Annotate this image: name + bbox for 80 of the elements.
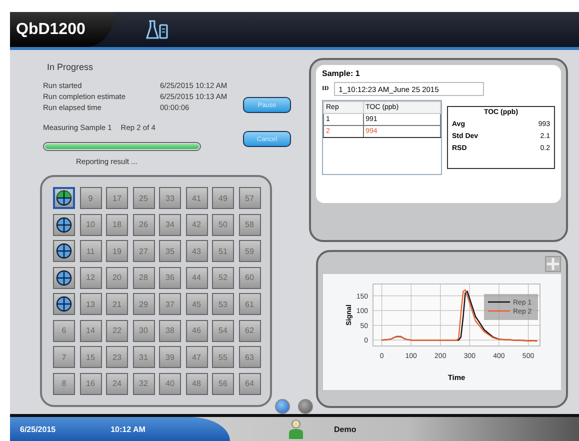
vial-position[interactable]: 22 — [106, 320, 128, 342]
vial-position[interactable] — [53, 293, 75, 315]
vial-position[interactable]: 41 — [186, 187, 208, 209]
flask-icon[interactable] — [145, 18, 170, 40]
vial-position[interactable]: 25 — [132, 187, 154, 209]
vial-position[interactable]: 60 — [238, 266, 260, 288]
vial-position[interactable]: 39 — [159, 346, 181, 368]
vial-position[interactable]: 43 — [186, 240, 208, 262]
vial-position[interactable]: 24 — [106, 372, 128, 394]
vial-position[interactable]: 26 — [132, 214, 154, 236]
vial-position[interactable]: 36 — [159, 266, 181, 288]
vial-position[interactable]: 37 — [159, 293, 181, 315]
vial-position[interactable]: 53 — [212, 293, 234, 315]
crosshair-icon — [56, 296, 72, 312]
vial-position[interactable]: 50 — [212, 214, 234, 236]
vial-position[interactable]: 63 — [238, 346, 260, 368]
crosshair-icon — [56, 243, 72, 259]
vial-position[interactable]: 56 — [212, 372, 234, 394]
vial-position[interactable]: 33 — [159, 187, 181, 209]
vial-position[interactable]: 15 — [80, 346, 102, 368]
vial-position[interactable]: 42 — [186, 214, 208, 236]
vial-position[interactable]: 9 — [80, 187, 102, 209]
vial-position[interactable]: 35 — [159, 240, 181, 262]
crosshair-icon — [56, 270, 72, 286]
page-dot[interactable] — [275, 399, 290, 414]
user-icon — [288, 419, 304, 439]
vial-position[interactable]: 46 — [186, 320, 208, 342]
vial-position[interactable]: 32 — [132, 372, 154, 394]
vial-position[interactable]: 40 — [159, 372, 181, 394]
vial-position[interactable]: 34 — [159, 214, 181, 236]
status-date: 6/25/2015 — [20, 424, 56, 434]
chart-legend — [484, 294, 538, 320]
vial-position[interactable]: 12 — [80, 266, 102, 288]
crosshair-icon — [56, 216, 72, 232]
vial-position[interactable]: 61 — [238, 293, 260, 315]
vial-position[interactable]: 58 — [238, 214, 260, 236]
vial-position[interactable]: 14 — [80, 320, 102, 342]
app-title: QbD1200 — [10, 12, 116, 47]
vial-position[interactable]: 11 — [80, 240, 102, 262]
vial-position[interactable]: 30 — [132, 320, 154, 342]
vial-position[interactable]: 16 — [80, 372, 102, 394]
vial-position[interactable]: 7 — [53, 346, 75, 368]
vial-position[interactable] — [53, 214, 75, 236]
vial-position[interactable]: 31 — [132, 346, 154, 368]
vial-position[interactable] — [53, 187, 75, 209]
vial-position[interactable]: 38 — [159, 320, 181, 342]
vial-position[interactable]: 28 — [132, 266, 154, 288]
user-name: Demo — [334, 424, 356, 434]
vial-position[interactable]: 29 — [132, 293, 154, 315]
vial-position[interactable]: 18 — [106, 214, 128, 236]
page-dot[interactable] — [298, 399, 313, 414]
vial-position[interactable]: 13 — [80, 293, 102, 315]
vial-position[interactable]: 54 — [212, 320, 234, 342]
vial-position[interactable]: 44 — [186, 266, 208, 288]
vial-position[interactable]: 64 — [238, 372, 260, 394]
vial-position[interactable]: 57 — [238, 187, 260, 209]
vial-position[interactable]: 49 — [212, 187, 234, 209]
vial-position[interactable]: 59 — [238, 240, 260, 262]
vial-position[interactable] — [53, 266, 75, 288]
vial-position[interactable]: 10 — [80, 214, 102, 236]
vial-position[interactable]: 17 — [106, 187, 128, 209]
vial-position[interactable]: 48 — [186, 372, 208, 394]
vial-position[interactable]: 52 — [212, 266, 234, 288]
status-time: 10:12 AM — [110, 424, 146, 434]
sample-title: Sample: 1 — [322, 69, 361, 78]
vial-position[interactable]: 21 — [106, 293, 128, 315]
vial-position[interactable]: 19 — [106, 240, 128, 262]
vial-position[interactable] — [53, 240, 75, 262]
vial-position[interactable]: 20 — [106, 266, 128, 288]
vial-position[interactable]: 47 — [186, 346, 208, 368]
vial-position[interactable]: 55 — [212, 346, 234, 368]
vial-position[interactable]: 23 — [106, 346, 128, 368]
vial-position[interactable]: 8 — [53, 372, 75, 394]
vial-position[interactable]: 51 — [212, 240, 234, 262]
crosshair-icon — [56, 190, 72, 206]
vial-position[interactable]: 45 — [186, 293, 208, 315]
vial-position[interactable]: 62 — [238, 320, 260, 342]
vial-position[interactable]: 27 — [132, 240, 154, 262]
run-status: In Progress — [47, 62, 94, 72]
vial-position[interactable]: 6 — [53, 320, 75, 342]
